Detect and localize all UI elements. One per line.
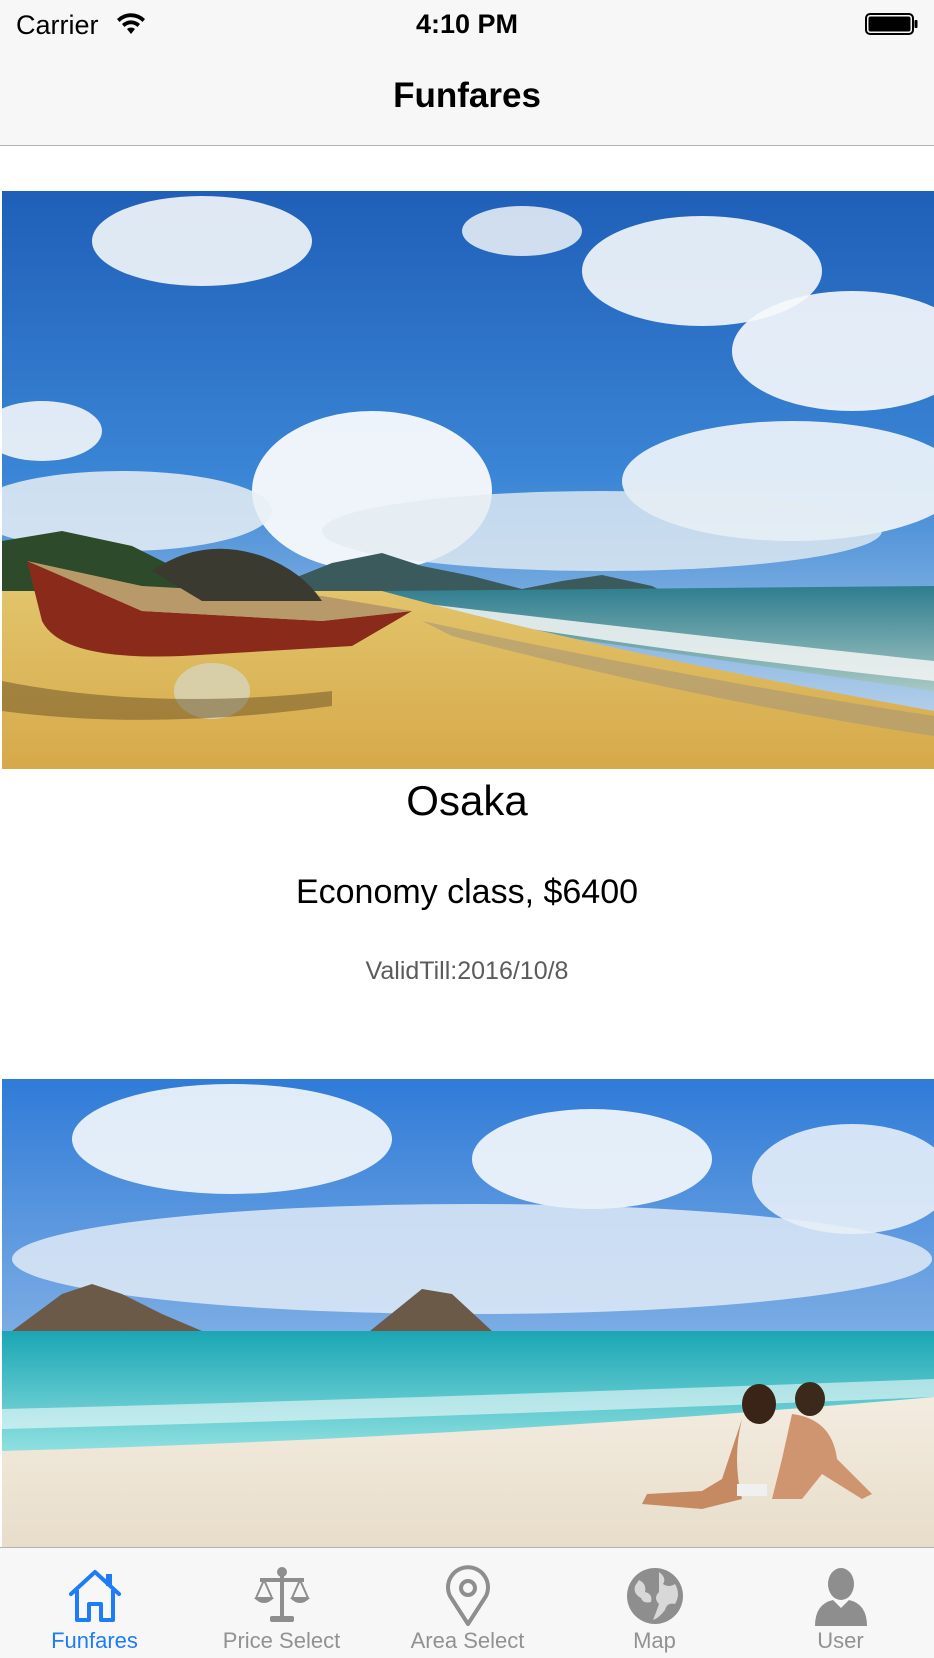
tab-label: Map — [633, 1628, 676, 1653]
fare-card[interactable]: Osaka Economy class, $6400 ValidTill:201… — [0, 147, 934, 1079]
tab-label: User — [817, 1628, 864, 1653]
valid-till-date: ValidTill:2016/10/8 — [365, 957, 569, 985]
tab-price-select[interactable]: Price Select — [188, 1548, 375, 1658]
navigation-bar: Funfares — [0, 50, 934, 146]
city-name: Osaka — [406, 777, 528, 824]
tab-label: Funfares — [51, 1628, 138, 1653]
status-time: 4:10 PM — [415, 9, 519, 39]
tab-map[interactable]: Map — [561, 1548, 748, 1658]
location-pin-icon — [445, 1565, 490, 1626]
tab-bar: Funfares Price Select Area Select Map Us… — [0, 1547, 934, 1658]
house-icon — [68, 1570, 121, 1622]
tab-area-select[interactable]: Area Select — [374, 1548, 561, 1658]
fare-class-price: Economy class, $6400 — [295, 873, 639, 911]
beach-couple-photo — [2, 1079, 934, 1547]
user-icon — [814, 1568, 867, 1626]
battery-icon — [865, 13, 918, 35]
status-bar: Carrier 4:10 PM — [0, 0, 934, 50]
fare-list[interactable]: Osaka Economy class, $6400 ValidTill:201… — [0, 147, 934, 1547]
tab-funfares[interactable]: Funfares — [1, 1548, 188, 1658]
globe-icon — [626, 1568, 683, 1624]
tab-label: Area Select — [410, 1628, 525, 1653]
scale-icon — [253, 1567, 310, 1622]
tab-label: Price Select — [222, 1628, 341, 1653]
tab-user[interactable]: User — [747, 1548, 934, 1658]
beach-boat-photo — [2, 191, 934, 769]
page-title: Funfares — [393, 76, 541, 115]
fare-card[interactable] — [0, 1079, 934, 1547]
